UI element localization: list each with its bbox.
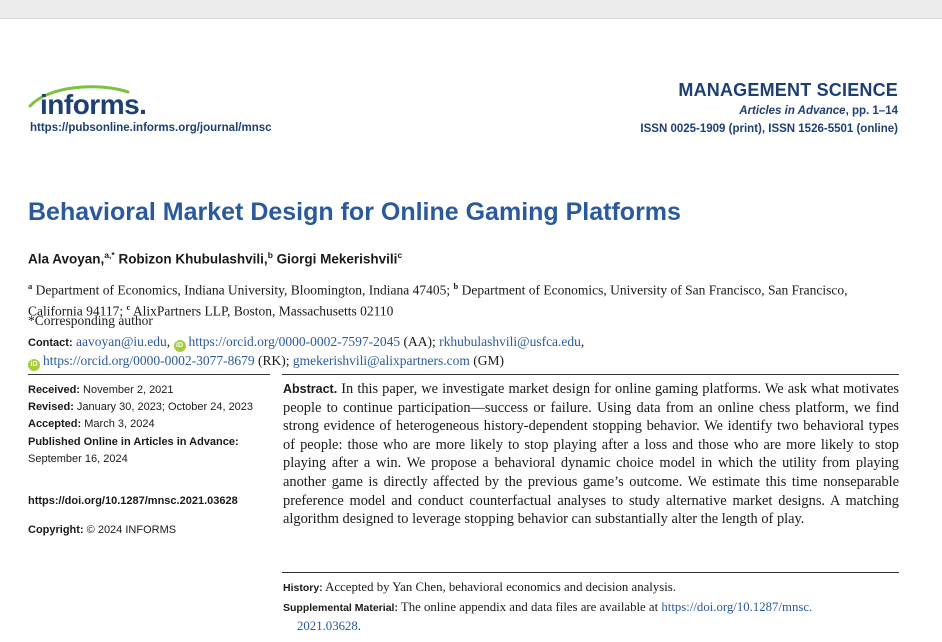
accepted-label: Accepted: [28,418,82,431]
article-status-pages: , pp. 1–14 [845,105,898,117]
email-link-avoyan[interactable]: aavoyan@iu.edu [76,334,167,349]
abstract-text: In this paper, we investigate market des… [283,381,899,528]
abstract-label: Abstract. [283,382,338,396]
informs-logo: informs. [28,85,147,120]
affiliations: a Department of Economics, Indiana Unive… [28,278,898,319]
orcid-suffix: (AA); [400,334,440,349]
divider-right [282,374,899,375]
issn: ISSN 0025-1909 (print), ISSN 1526-5501 (… [640,123,898,135]
paper-title: Behavioral Market Design for Online Gami… [28,198,681,226]
supplemental-link[interactable]: https://doi.org/10.1287/mnsc. [661,600,812,614]
author-name: Giorgi Mekerishvili [272,251,398,267]
divider-abstract [282,572,899,573]
doi-link[interactable]: https://doi.org/10.1287/mnsc.2021.03628 [28,495,238,507]
history-label: History: [283,582,323,594]
orcid-icon: iD [28,359,40,371]
author-affil-mark: a,* [104,250,115,260]
journal-url-link[interactable]: https://pubsonline.informs.org/journal/m… [30,122,272,134]
orcid-link-khubulashvili[interactable]: https://orcid.org/0000-0002-3077-8679 [43,353,255,368]
revised-dates: January 30, 2023; October 24, 2023 [73,401,254,414]
copyright-text: © 2024 INFORMS [83,524,177,536]
contact-label: Contact: [28,337,73,349]
supplemental-text: The online appendix and data files are a… [397,600,662,614]
author-list: Ala Avoyan,a,* Robizon Khubulashvili,b G… [28,250,402,267]
author-affil-mark: c [397,250,403,260]
received-date: November 2, 2021 [79,384,174,396]
author-name: Ala Avoyan, [28,251,105,267]
supplemental-material: Supplemental Material: The online append… [283,598,899,635]
contact-info: Contact: aavoyan@iu.edu, iD https://orcid… [28,333,908,371]
supplemental-end: . [357,619,361,633]
affiliation-text: AlixPartners LLP, Boston, Massachusetts … [130,303,394,318]
orcid-icon: iD [173,340,186,352]
history-text: Accepted by Yan Chen, behavioral economi… [322,580,676,594]
email-suffix: (GM) [469,353,505,368]
corresponding-author-note: *Corresponding author [28,313,153,328]
published-label: Published Online in Articles in Advance: [28,435,239,448]
accepted-date: March 3, 2024 [81,418,155,431]
article-status-label: Articles in Advance [739,105,846,117]
revised-label: Revised: [28,401,74,414]
publication-dates: Received: November 2, 2021 Revised: Janu… [28,382,273,468]
supplemental-label: Supplemental Material: [283,602,398,614]
orcid-suffix: (RK); [254,353,293,368]
window-top-bar [0,0,942,19]
affiliation-text: Department of Economics, Indiana Univers… [32,282,454,298]
copyright: Copyright: © 2024 INFORMS [28,524,176,536]
journal-name: MANAGEMENT SCIENCE [678,80,898,100]
logo-text: informs. [40,89,146,120]
supplemental-link-cont[interactable]: 2021.03628 [297,619,358,633]
orcid-link-avoyan[interactable]: https://orcid.org/0000-0002-7597-2045 [189,334,401,349]
article-status: Articles in Advance, pp. 1–14 [739,105,898,117]
email-link-khubulashvili[interactable]: rkhubulashvili@usfca.edu [439,334,581,349]
author-name: Robizon Khubulashvili, [114,251,268,267]
history: History: Accepted by Yan Chen, behaviora… [283,580,676,595]
published-date: September 16, 2024 [28,452,128,465]
copyright-label: Copyright: [28,524,84,536]
received-label: Received: [28,384,80,396]
email-link-mekerishvili[interactable]: gmekerishvili@alixpartners.com [293,353,470,368]
divider-left [28,374,270,375]
abstract: Abstract. In this paper, we investigate … [283,380,899,529]
